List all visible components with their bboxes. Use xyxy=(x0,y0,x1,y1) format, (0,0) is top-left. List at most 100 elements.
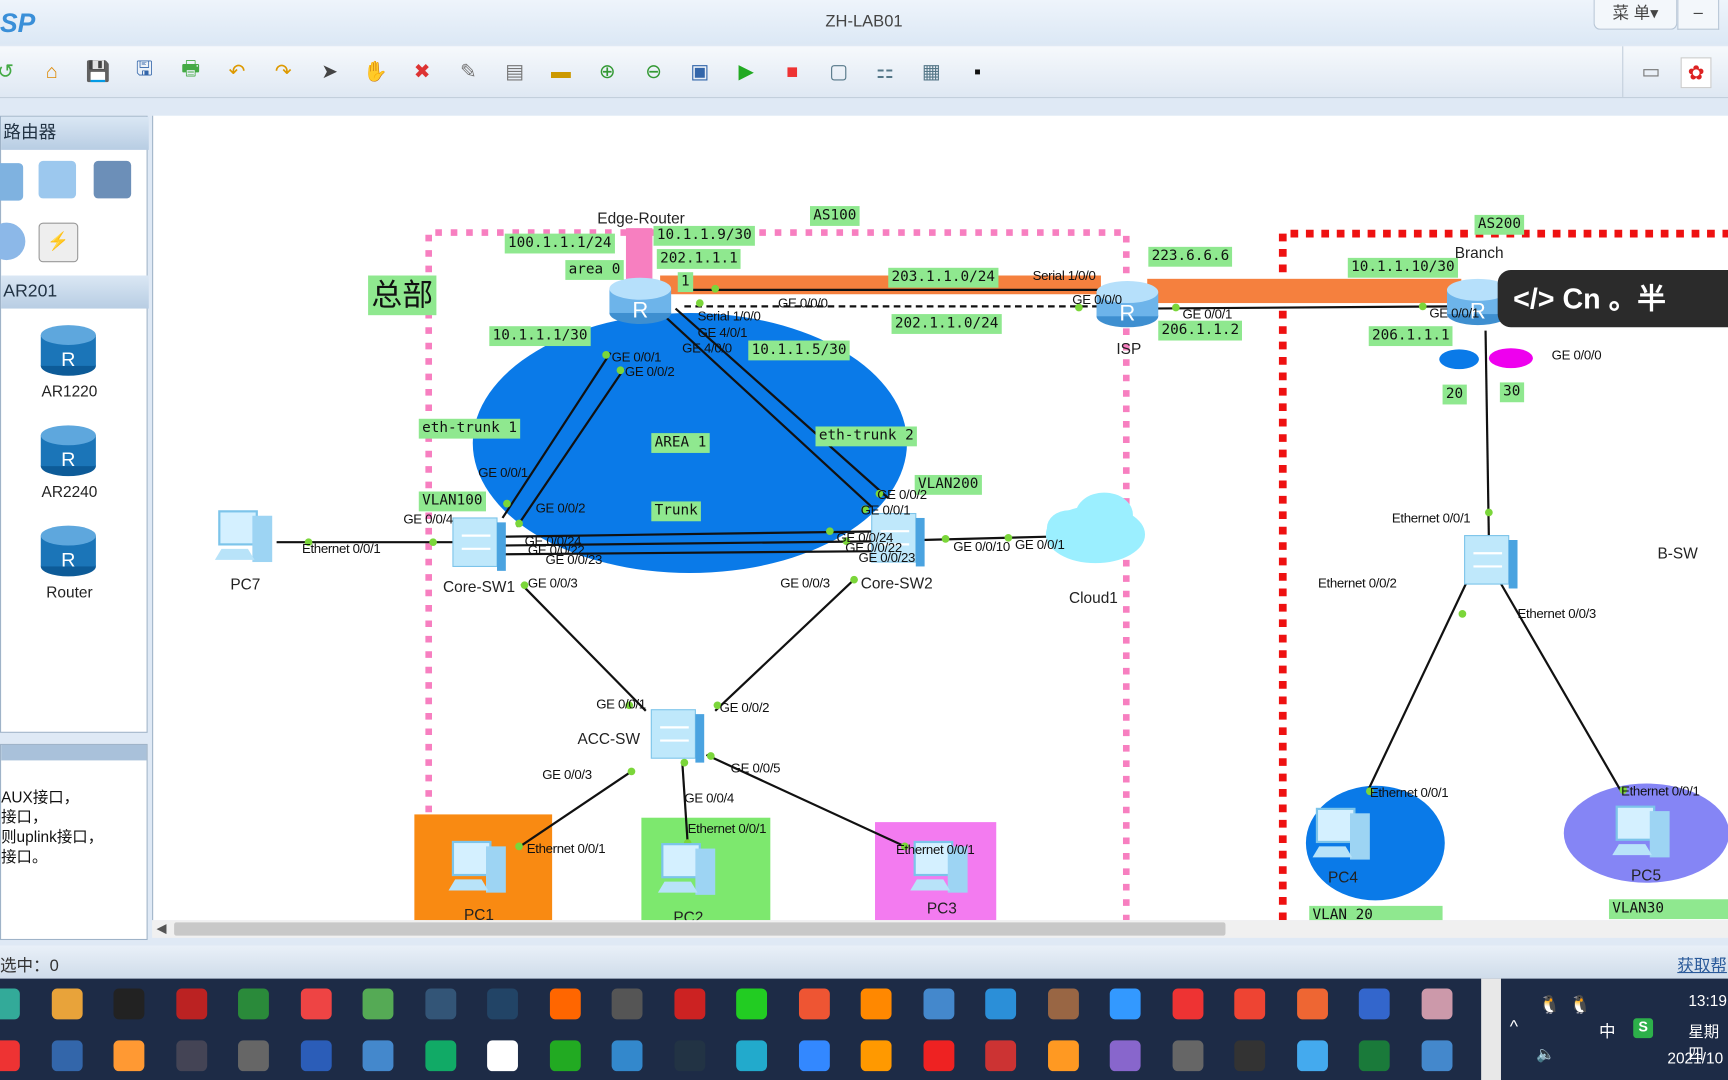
device-name-label[interactable]: Edge-Router xyxy=(597,209,684,227)
annotation-label[interactable]: VLAN100 xyxy=(418,491,486,512)
minimize-button[interactable]: – xyxy=(1677,0,1720,30)
save-as-icon[interactable]: 🖫 xyxy=(130,57,159,86)
doc-taskbar-icon[interactable] xyxy=(1172,1040,1203,1072)
device-name-label[interactable]: PC3 xyxy=(927,899,957,917)
ensp-taskbar-icon[interactable] xyxy=(922,988,954,1020)
pc-icon[interactable] xyxy=(657,843,716,895)
annotation-label[interactable]: eth-trunk 1 xyxy=(418,418,521,439)
firefox-taskbar-icon[interactable] xyxy=(549,988,581,1020)
ime-indicator[interactable]: 中 xyxy=(1599,1019,1616,1042)
device-name-label[interactable]: Core-SW2 xyxy=(861,574,933,592)
zoom-out-icon[interactable]: ⊖ xyxy=(639,57,668,86)
annotation-label[interactable]: 202.1.1.0/24 xyxy=(891,314,1002,334)
sublime-taskbar-icon[interactable] xyxy=(860,1040,892,1072)
device-name-label[interactable]: PC7 xyxy=(230,575,260,593)
delete-link-icon[interactable]: ✎ xyxy=(454,57,483,86)
annotation-label[interactable]: 202.1.1.1 xyxy=(656,249,742,269)
switch-icon[interactable] xyxy=(1464,535,1518,589)
device-name-label[interactable]: PC2 xyxy=(673,908,703,920)
annotation-label[interactable]: AREA 1 xyxy=(651,433,710,453)
qq-tray-icon[interactable]: 🐧 xyxy=(1569,994,1591,1016)
grid-icon[interactable]: ▦ xyxy=(917,57,946,86)
select-icon[interactable]: ➤ xyxy=(315,57,344,86)
pan-hand-icon[interactable]: ✋ xyxy=(361,57,390,86)
card-taskbar-icon[interactable] xyxy=(1421,1040,1452,1072)
rectangle-icon[interactable]: ▬ xyxy=(547,57,576,86)
annotation-label[interactable]: 206.1.1.1 xyxy=(1368,326,1453,347)
folder-taskbar-icon[interactable] xyxy=(51,988,83,1020)
device-name-label[interactable]: PC4 xyxy=(1328,868,1358,886)
device-name-label[interactable]: PC1 xyxy=(464,906,494,920)
remote-desktop-taskbar-icon[interactable] xyxy=(424,988,456,1020)
chrome-taskbar-icon[interactable] xyxy=(300,988,332,1020)
wps-app-taskbar-icon[interactable] xyxy=(0,1040,20,1072)
fit-icon[interactable]: ▣ xyxy=(685,57,714,86)
switch-icon[interactable] xyxy=(650,709,705,763)
xmind-grid-taskbar-icon[interactable] xyxy=(113,1040,145,1072)
clock-date[interactable]: 2021/10 xyxy=(1667,1049,1723,1067)
clock-time[interactable]: 13:19 xyxy=(1688,992,1727,1010)
annotation-label[interactable]: 203.1.1.0/24 xyxy=(888,267,999,288)
annotation-label[interactable]: 100.1.1.1/24 xyxy=(504,233,615,254)
c-app-taskbar-icon[interactable] xyxy=(1234,988,1266,1020)
annotation-label[interactable]: 30 xyxy=(1499,382,1524,403)
model-label[interactable]: AR2240 xyxy=(3,483,135,501)
menu-button[interactable]: 菜 单▾ xyxy=(1593,0,1678,30)
pc-icon[interactable] xyxy=(1312,807,1370,860)
save-taskbar-icon[interactable] xyxy=(1358,988,1390,1020)
router-model-icon[interactable]: R xyxy=(39,422,99,479)
cloud-icon[interactable] xyxy=(1045,492,1146,564)
zoom-in-icon[interactable]: ⊕ xyxy=(593,57,622,86)
router-model-icon[interactable]: R xyxy=(39,522,99,579)
device-name-label[interactable]: Core-SW1 xyxy=(443,577,515,595)
firewall-icon[interactable] xyxy=(93,160,132,199)
start-device-icon[interactable]: ▶ xyxy=(732,57,761,86)
wireless-icon[interactable] xyxy=(38,160,77,199)
fish-taskbar-icon[interactable] xyxy=(1047,1040,1079,1072)
console-icon[interactable]: ▪ xyxy=(963,57,992,86)
editor-taskbar-icon[interactable] xyxy=(487,1040,518,1072)
undo-icon[interactable]: ↶ xyxy=(223,57,252,86)
search-taskbar-icon[interactable] xyxy=(860,988,892,1020)
annotation-label[interactable]: Trunk xyxy=(651,501,702,522)
device-name-label[interactable]: ACC-SW xyxy=(577,730,640,748)
baidu-netdisk-taskbar-icon[interactable] xyxy=(1109,988,1141,1020)
camtasia-taskbar-icon[interactable] xyxy=(238,988,269,1020)
pc-icon[interactable] xyxy=(1612,805,1670,858)
device-name-label[interactable]: Branch xyxy=(1455,244,1504,262)
pc-icon[interactable] xyxy=(448,840,506,893)
annotation-label[interactable]: AS200 xyxy=(1474,214,1525,235)
pc-icon[interactable] xyxy=(214,510,273,563)
word-taskbar-icon[interactable] xyxy=(300,1040,332,1072)
shark-taskbar-icon[interactable] xyxy=(985,988,1017,1020)
redo-icon[interactable]: ↷ xyxy=(269,57,298,86)
router-icon[interactable]: R xyxy=(609,277,672,324)
purple-app-taskbar-icon[interactable] xyxy=(1109,1040,1141,1072)
open-icon[interactable]: ⌂ xyxy=(37,57,66,86)
switch-icon[interactable] xyxy=(452,517,506,571)
print-icon[interactable]: 🖶 xyxy=(176,57,205,86)
qq-taskbar-icon[interactable] xyxy=(113,988,145,1020)
taskbar-scrollbar[interactable] xyxy=(1481,978,1501,1080)
power-icon[interactable]: ⚡ xyxy=(38,222,79,263)
keepass-taskbar-icon[interactable] xyxy=(175,1040,207,1072)
calculator-taskbar-icon[interactable] xyxy=(611,988,643,1020)
device-name-label[interactable]: B-SW xyxy=(1657,544,1697,562)
books-taskbar-icon[interactable] xyxy=(1047,988,1079,1020)
sogou-icon[interactable]: S xyxy=(1633,1018,1654,1039)
feedback-icon[interactable]: ▭ xyxy=(1637,57,1666,86)
annotation-label[interactable]: 1 xyxy=(677,272,693,293)
tcpip-taskbar-icon[interactable] xyxy=(1234,1040,1266,1072)
annotation-label[interactable]: 10.1.1.9/30 xyxy=(653,225,756,246)
mail-taskbar-icon[interactable] xyxy=(798,988,830,1020)
annotation-label[interactable]: AS100 xyxy=(809,206,860,226)
show-hidden-icons[interactable]: ^ xyxy=(1510,1018,1518,1038)
scrollbar-thumb[interactable] xyxy=(174,922,1226,936)
annotation-label[interactable]: 20 xyxy=(1442,384,1467,405)
feishu-taskbar-icon[interactable] xyxy=(798,1040,830,1072)
monitor-taskbar-icon[interactable] xyxy=(362,1040,394,1072)
topology-canvas[interactable]: RRR Edge-Router ISP Branch Core-SW1 Core-SW2… xyxy=(152,115,1728,921)
huawei-logo-icon[interactable]: ✿ xyxy=(1680,57,1712,89)
input-method-overlay[interactable]: </> Cn 。半 xyxy=(1497,269,1728,328)
cloud-icon[interactable] xyxy=(0,222,26,261)
